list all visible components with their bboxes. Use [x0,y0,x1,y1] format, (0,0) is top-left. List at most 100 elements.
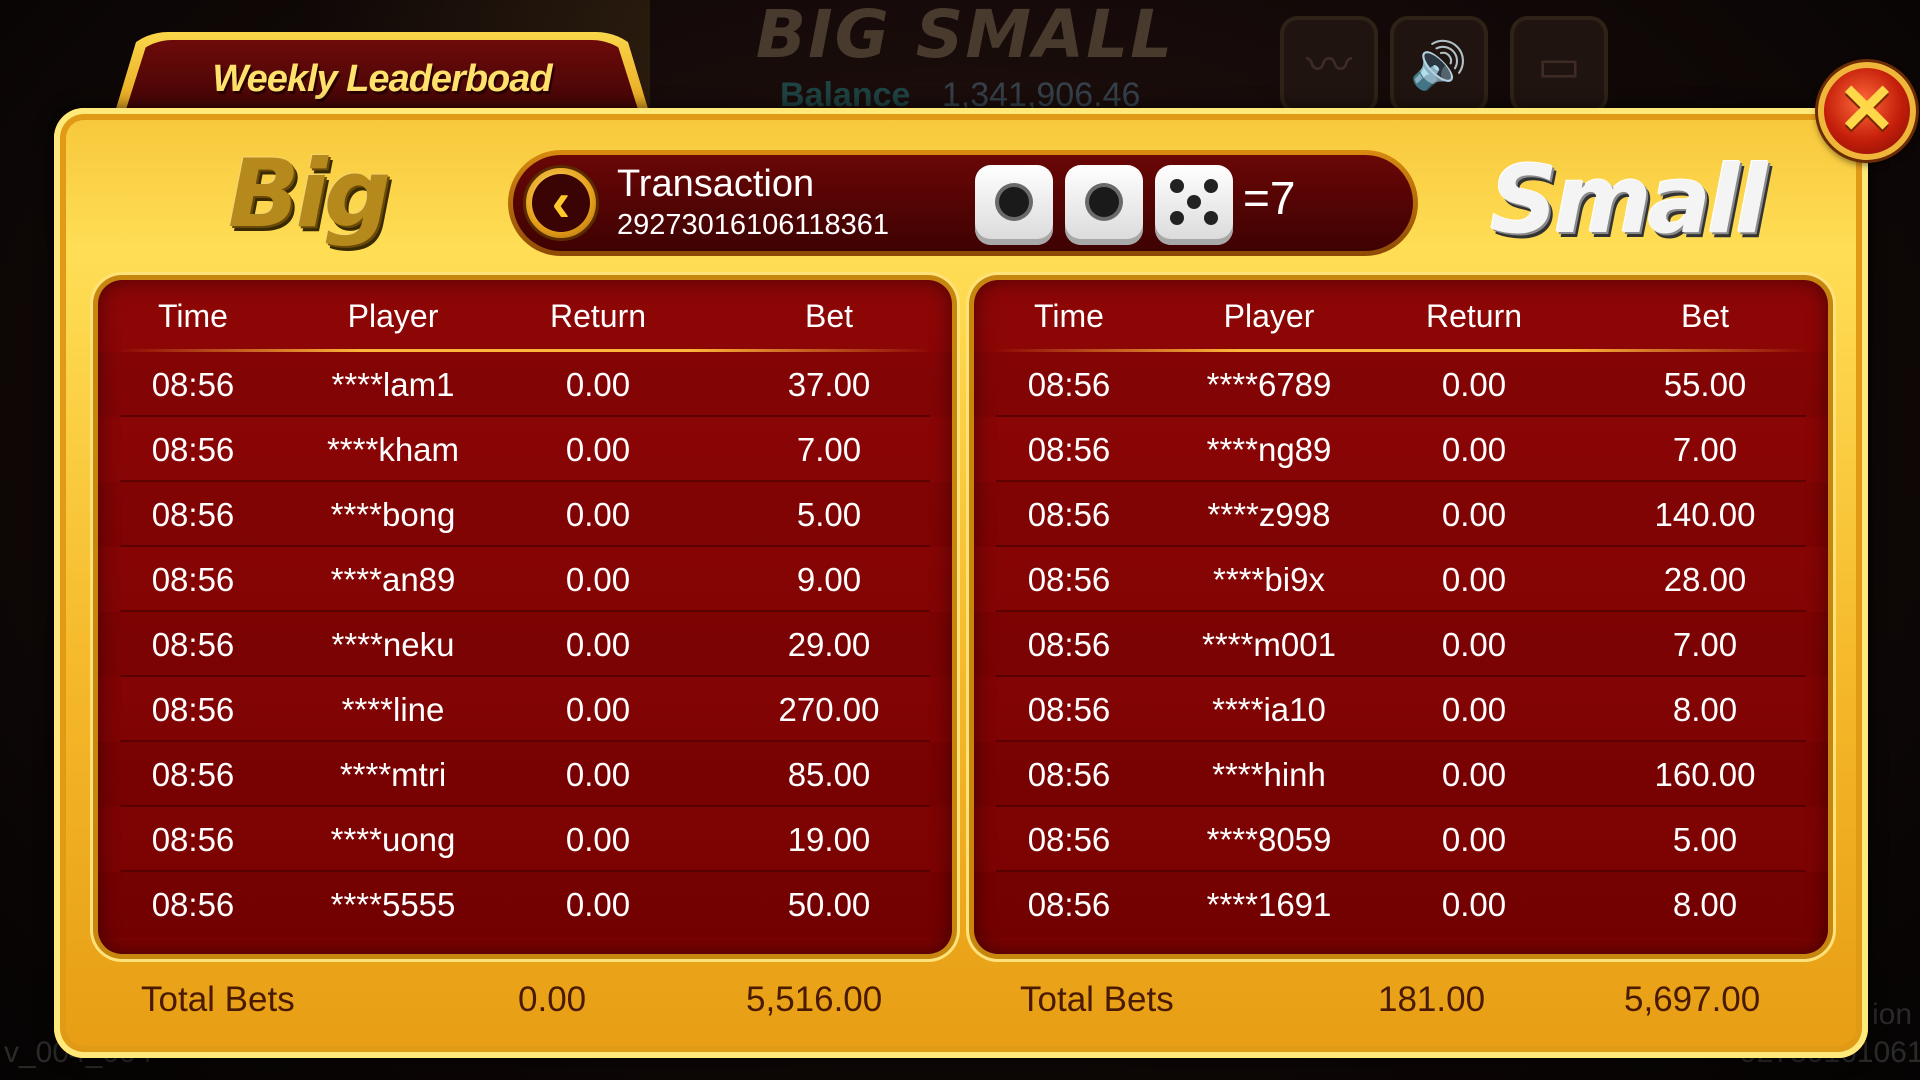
cell-return: 0.00 [565,431,631,468]
cell-return: 0.00 [565,496,631,533]
cell-bet: 55.00 [1663,366,1747,403]
cell-player: ****ng89 [1206,431,1332,468]
trend-button[interactable]: 〰 [1280,16,1378,114]
game-logo: BIG SMALL [755,0,1175,73]
cell-return: 0.00 [1441,431,1507,468]
table-row: 08:56 ****lam1 0.00 37.00 [98,352,952,417]
cell-time: 08:56 [151,561,235,598]
cell-bet: 270.00 [778,691,880,728]
cell-player: ****8059 [1206,821,1332,858]
leaderboard-title: Weekly Leaderboad [212,58,552,100]
table-header: Time Player Return Bet [98,280,952,352]
cell-return: 0.00 [565,756,631,793]
cell-bet: 8.00 [1672,886,1738,923]
cell-time: 08:56 [1027,886,1111,923]
cell-return: 0.00 [565,691,631,728]
close-button[interactable]: ✕ [1818,62,1916,160]
small-side-label: Small [1490,146,1768,255]
cell-time: 08:56 [151,366,235,403]
cell-return: 0.00 [565,886,631,923]
big-total-bet: 5,516.00 [746,980,883,1019]
table-row: 08:56 ****ia10 0.00 8.00 [974,677,1828,742]
column-header-bet: Bet [804,298,854,334]
die-pip [1089,187,1119,217]
cell-bet: 160.00 [1654,756,1756,793]
cell-time: 08:56 [1027,496,1111,533]
cell-return: 0.00 [565,626,631,663]
cell-return: 0.00 [1441,691,1507,728]
cell-bet: 37.00 [787,366,871,403]
column-header-time: Time [158,298,228,334]
small-total-label: Total Bets [1020,980,1174,1019]
big-total-return: 0.00 [518,980,587,1019]
previous-round-button[interactable]: ‹ [523,165,599,241]
die-1 [975,165,1053,245]
table-row: 08:56 ****m001 0.00 7.00 [974,612,1828,677]
cell-player: ****bong [330,496,456,533]
table-row: 08:56 ****5555 0.00 50.00 [98,872,952,937]
cell-time: 08:56 [1027,626,1111,663]
cell-player: ****5555 [330,886,456,923]
cell-player: ****line [341,691,445,728]
cell-return: 0.00 [1441,366,1507,403]
cell-bet: 5.00 [1672,821,1738,858]
table-row: 08:56 ****z998 0.00 140.00 [974,482,1828,547]
cell-player: ****z998 [1207,496,1331,533]
table-row: 08:56 ****uong 0.00 19.00 [98,807,952,872]
cell-player: ****uong [330,821,456,858]
chevron-left-icon: ‹ [551,170,571,233]
cell-time: 08:56 [151,821,235,858]
cell-time: 08:56 [151,626,235,663]
table-row: 08:56 ****mtri 0.00 85.00 [98,742,952,807]
chat-button[interactable]: ▭ [1510,16,1608,114]
cell-time: 08:56 [151,886,235,923]
cell-bet: 5.00 [796,496,862,533]
cell-time: 08:56 [1027,691,1111,728]
cell-return: 0.00 [565,366,631,403]
big-total-label: Total Bets [141,980,295,1019]
sound-button[interactable]: 🔊 [1390,16,1488,114]
cell-bet: 7.00 [1672,626,1738,663]
die-pip [1204,211,1219,226]
cell-time: 08:56 [1027,366,1111,403]
cell-player: ****m001 [1202,626,1336,663]
cell-bet: 7.00 [1672,431,1738,468]
cell-bet: 28.00 [1663,561,1747,598]
cell-return: 0.00 [1441,496,1507,533]
column-header-return: Return [1425,298,1523,334]
column-header-player: Player [347,298,439,334]
cell-time: 08:56 [1027,561,1111,598]
transaction-id: 29273016106118361 [617,209,890,241]
cell-return: 0.00 [1441,561,1507,598]
sound-icon: 🔊 [1410,39,1468,91]
cell-player: ****an89 [330,561,456,598]
cell-bet: 140.00 [1654,496,1756,533]
die-pip [1187,195,1201,209]
cell-player: ****neku [331,626,455,663]
table-row: 08:56 ****bong 0.00 5.00 [98,482,952,547]
table-row: 08:56 ****ng89 0.00 7.00 [974,417,1828,482]
cell-player: ****lam1 [331,366,455,403]
transaction-bar: ‹ Transaction 29273016106118361 =7 [508,150,1418,256]
cell-return: 0.00 [1441,821,1507,858]
cell-bet: 85.00 [787,756,871,793]
trend-icon: 〰 [1306,39,1352,91]
cell-return: 0.00 [1441,626,1507,663]
cell-player: ****kham [326,431,460,468]
table-header: Time Player Return Bet [974,280,1828,352]
cell-return: 0.00 [1441,886,1507,923]
cell-bet: 8.00 [1672,691,1738,728]
cell-time: 08:56 [1027,821,1111,858]
big-side-label: Big [228,140,391,249]
column-header-player: Player [1223,298,1315,334]
cell-return: 0.00 [565,821,631,858]
cell-return: 0.00 [565,561,631,598]
chat-icon: ▭ [1537,39,1581,91]
dice-sum: =7 [1243,172,1296,224]
table-row: 08:56 ****kham 0.00 7.00 [98,417,952,482]
cell-time: 08:56 [151,496,235,533]
column-header-bet: Bet [1680,298,1730,334]
table-row: 08:56 ****8059 0.00 5.00 [974,807,1828,872]
cell-bet: 7.00 [796,431,862,468]
table-row: 08:56 ****line 0.00 270.00 [98,677,952,742]
